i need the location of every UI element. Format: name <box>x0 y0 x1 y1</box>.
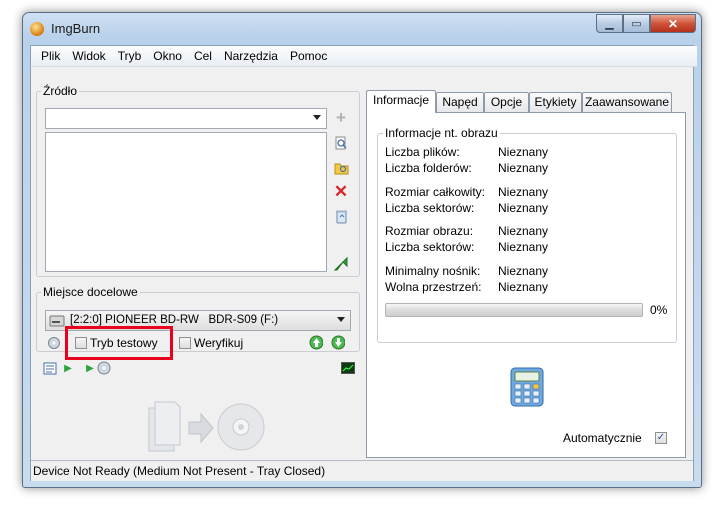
files-to-disc-icon <box>148 401 265 452</box>
search-file-icon[interactable] <box>333 135 349 151</box>
close-icon: ✕ <box>667 16 679 31</box>
search-folder-icon[interactable] <box>333 160 349 176</box>
destination-label: Miejsce docelowe <box>41 285 140 299</box>
source-list[interactable] <box>45 132 327 272</box>
tab-naped[interactable]: Napęd <box>436 92 484 113</box>
tab-zaawansowane[interactable]: Zaawansowane <box>582 92 672 113</box>
window-title: ImgBurn <box>51 21 101 36</box>
disc-settings-icon[interactable] <box>97 361 111 375</box>
red-x-icon[interactable]: ✕ <box>333 182 349 201</box>
title-bar[interactable]: ImgBurn ▁ ▭ ✕ <box>23 13 701 45</box>
maximize-button[interactable]: ▭ <box>623 14 650 33</box>
play-icon[interactable]: ▶ <box>83 361 97 375</box>
info-label-free-space: Wolna przestrzeń: <box>385 280 482 294</box>
calculator-button[interactable] <box>509 367 545 407</box>
info-label-sector-count: Liczba sektorów: <box>385 201 475 215</box>
close-button[interactable]: ✕ <box>650 14 696 33</box>
calculator-icon <box>510 367 544 407</box>
progress-percent: 0% <box>650 303 668 317</box>
info-label-image-size: Rozmiar obrazu: <box>385 224 474 238</box>
chevron-down-icon[interactable] <box>313 115 321 120</box>
info-label-min-media: Minimalny nośnik: <box>385 264 481 278</box>
menu-plik[interactable]: Plik <box>35 49 66 63</box>
info-value-total-size: Nieznany <box>498 185 549 199</box>
minimize-icon: ▁ <box>605 18 614 30</box>
source-label: Źródło <box>41 84 80 98</box>
info-value-min-media: Nieznany <box>498 264 549 278</box>
client-area: Plik Widok Tryb Okno Cel Narzędzia Pomoc… <box>30 45 697 481</box>
image-info-title: Informacje nt. obrazu <box>383 126 500 140</box>
info-value-image-sectors: Nieznany <box>498 240 549 254</box>
green-arrow-icon[interactable] <box>333 256 349 272</box>
plus-icon[interactable]: + <box>333 108 349 127</box>
maximize-icon: ▭ <box>631 18 642 30</box>
info-value-folder-count: Nieznany <box>498 161 549 175</box>
speed-up-icon[interactable] <box>309 335 323 349</box>
write-button[interactable] <box>141 394 265 456</box>
info-label-total-size: Rozmiar całkowity: <box>385 185 486 199</box>
verify-checkbox[interactable] <box>179 337 191 349</box>
menu-tryb[interactable]: Tryb <box>112 49 148 63</box>
chevron-down-icon[interactable] <box>337 317 345 322</box>
info-label-image-sectors: Liczba sektorów: <box>385 240 475 254</box>
minimize-button[interactable]: ▁ <box>596 14 623 33</box>
verify-label[interactable]: Weryfikuj <box>194 336 243 350</box>
info-label-folder-count: Liczba folderów: <box>385 161 472 175</box>
auto-checkbox[interactable]: ✓ <box>655 432 667 444</box>
imgburn-window: ImgBurn ▁ ▭ ✕ Plik Widok Tryb Okno Cel N… <box>22 12 702 488</box>
info-value-sector-count: Nieznany <box>498 201 549 215</box>
refresh-drive-icon[interactable] <box>47 336 61 350</box>
status-bar: Device Not Ready (Medium Not Present - T… <box>31 460 693 481</box>
menu-pomoc[interactable]: Pomoc <box>284 49 333 63</box>
auto-label[interactable]: Automatycznie <box>563 431 642 445</box>
tab-strip: Informacje Napęd Opcje Etykiety Zaawanso… <box>366 90 686 458</box>
recycle-bin-icon[interactable] <box>333 208 349 224</box>
graph-icon[interactable] <box>341 361 355 375</box>
source-combo[interactable] <box>45 108 327 129</box>
play-icon[interactable]: ▶ <box>61 361 75 375</box>
speed-down-icon[interactable] <box>331 335 345 349</box>
menu-narzedzia[interactable]: Narzędzia <box>218 49 284 63</box>
tab-opcje[interactable]: Opcje <box>484 92 529 113</box>
info-value-free-space: Nieznany <box>498 280 549 294</box>
info-label-file-count: Liczba plików: <box>385 145 460 159</box>
menu-cel[interactable]: Cel <box>188 49 218 63</box>
info-value-file-count: Nieznany <box>498 145 549 159</box>
tab-panel-informacje: Informacje nt. obrazu Liczba plików: Nie… <box>366 112 686 458</box>
info-value-image-size: Nieznany <box>498 224 549 238</box>
progress-bar <box>385 303 643 317</box>
log-icon[interactable] <box>43 361 57 375</box>
tab-etykiety[interactable]: Etykiety <box>529 92 582 113</box>
menu-widok[interactable]: Widok <box>66 49 111 63</box>
highlight-box <box>65 326 173 360</box>
drive-icon <box>49 315 65 327</box>
imgburn-app-icon[interactable] <box>30 22 44 36</box>
menu-okno[interactable]: Okno <box>147 49 188 63</box>
drive-name: [2:2:0] PIONEER BD-RW BDR-S09 (F:) <box>70 314 279 326</box>
menu-bar: Plik Widok Tryb Okno Cel Narzędzia Pomoc <box>31 46 697 67</box>
status-text: Device Not Ready (Medium Not Present - T… <box>33 464 326 478</box>
tab-informacje[interactable]: Informacje <box>366 90 436 113</box>
checkmark-icon: ✓ <box>656 432 666 443</box>
